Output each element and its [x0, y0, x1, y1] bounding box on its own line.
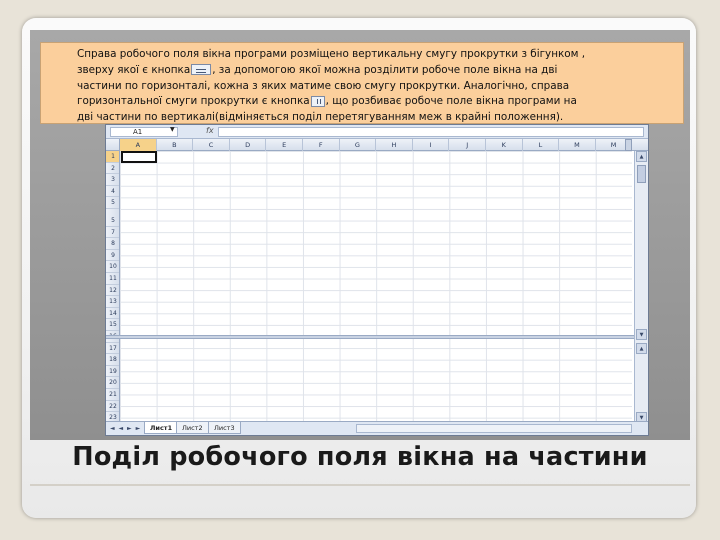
column-header[interactable]: L	[523, 139, 560, 151]
name-box-dropdown-icon[interactable]: ▼	[170, 126, 175, 133]
selected-cell-a1[interactable]	[121, 151, 157, 163]
column-header[interactable]: J	[449, 139, 486, 151]
column-header[interactable]: F	[303, 139, 340, 151]
row-header[interactable]: 13	[106, 296, 119, 308]
formula-input[interactable]	[218, 127, 644, 137]
row-header[interactable]: 20	[106, 377, 119, 389]
column-header[interactable]: G	[340, 139, 377, 151]
name-box[interactable]: A1	[110, 127, 178, 137]
column-header[interactable]: I	[413, 139, 450, 151]
scroll-thumb[interactable]	[637, 165, 646, 183]
row-header[interactable]: 5	[106, 215, 119, 227]
callout-line-2: зверху якої є кнопка , за допомогою якої …	[77, 63, 671, 79]
formula-bar: A1 ▼ fx	[106, 125, 648, 139]
callout-line-4a: горизонтальної смуги прокрутки є кнопка	[77, 95, 310, 108]
row-header[interactable]: 3	[106, 174, 119, 186]
column-headers: ABCDEFGHIJKLMM	[106, 139, 648, 151]
row-header[interactable]: 8	[106, 238, 119, 250]
split-box-icon[interactable]	[625, 139, 632, 151]
explanation-callout: Справа робочого поля вікна програми розм…	[40, 42, 684, 124]
callout-line-2b: , за допомогою якої можна розділити робо…	[212, 63, 558, 76]
name-box-value: A1	[133, 128, 143, 136]
row-header[interactable]: 10	[106, 261, 119, 273]
column-header[interactable]: D	[230, 139, 267, 151]
callout-line-2a: зверху якої є кнопка	[77, 63, 191, 76]
slide-title: Поділ робочого поля вікна на частини	[72, 442, 648, 472]
row-header[interactable]: 1	[106, 151, 119, 163]
scroll-up-icon[interactable]: ▲	[636, 151, 647, 162]
row-header[interactable]: 22	[106, 401, 119, 413]
callout-line-4b: , що розбиває робоче поле вікна програми…	[325, 95, 577, 108]
row-header[interactable]: 5	[106, 197, 119, 209]
horizontal-scrollbar[interactable]	[356, 424, 632, 433]
column-header[interactable]: A	[120, 139, 157, 151]
sheet-tab-2[interactable]: Лист2	[176, 422, 209, 434]
cell-grid[interactable]	[120, 151, 632, 423]
horizontal-split-bar[interactable]	[106, 335, 636, 339]
row-header[interactable]: 2	[106, 163, 119, 175]
column-header[interactable]: C	[193, 139, 230, 151]
column-header[interactable]: M	[559, 139, 596, 151]
column-header[interactable]: B	[157, 139, 194, 151]
row-header[interactable]: 9	[106, 250, 119, 262]
row-header[interactable]: 4	[106, 186, 119, 198]
column-header[interactable]: K	[486, 139, 523, 151]
row-header[interactable]: 15	[106, 319, 119, 331]
column-header[interactable]: E	[266, 139, 303, 151]
row-header[interactable]: 7	[106, 227, 119, 239]
callout-line-5: дві частини по вертикалі(відміняється по…	[77, 111, 564, 124]
tab-navigation-icons[interactable]: ◄ ◄ ► ►	[110, 425, 141, 432]
horizontal-split-button-icon	[191, 64, 212, 76]
scroll-down-icon[interactable]: ▼	[636, 329, 647, 340]
vertical-scrollbar[interactable]: ▲ ▼ ▲ ▼	[634, 151, 648, 423]
scroll-up-icon-lower[interactable]: ▲	[636, 343, 647, 354]
callout-line-4: горизонтальної смуги прокрутки є кнопка,…	[77, 94, 671, 110]
column-header[interactable]: H	[376, 139, 413, 151]
fx-icon[interactable]: fx	[206, 126, 214, 135]
vertical-split-button-icon	[310, 95, 325, 107]
row-header[interactable]: 12	[106, 285, 119, 297]
row-headers: 1234557891011121314151617181920212223	[106, 151, 120, 423]
row-header[interactable]: 11	[106, 273, 119, 285]
row-header[interactable]: 14	[106, 308, 119, 320]
select-all-corner[interactable]	[106, 139, 120, 151]
spreadsheet-window: A1 ▼ fx ABCDEFGHIJKLMM 1 2 3 4 5 5 7 8 9 10 11 12 13…	[105, 124, 649, 436]
sheet-tab-1[interactable]: Лист1	[144, 422, 179, 434]
row-header[interactable]: 17	[106, 343, 119, 355]
row-header[interactable]: 18	[106, 354, 119, 366]
sheet-tab-3[interactable]: Лист3	[208, 422, 241, 434]
callout-line-1: Справа робочого поля вікна програми розм…	[77, 48, 586, 60]
row-header[interactable]: 19	[106, 366, 119, 378]
slide-divider	[30, 484, 690, 486]
row-header[interactable]: 21	[106, 389, 119, 401]
callout-line-3: частини по горизонталі, кожна з яких мат…	[77, 79, 570, 92]
sheet-tabs-bar: ◄ ◄ ► ► Лист1 Лист2 Лист3	[106, 421, 648, 435]
